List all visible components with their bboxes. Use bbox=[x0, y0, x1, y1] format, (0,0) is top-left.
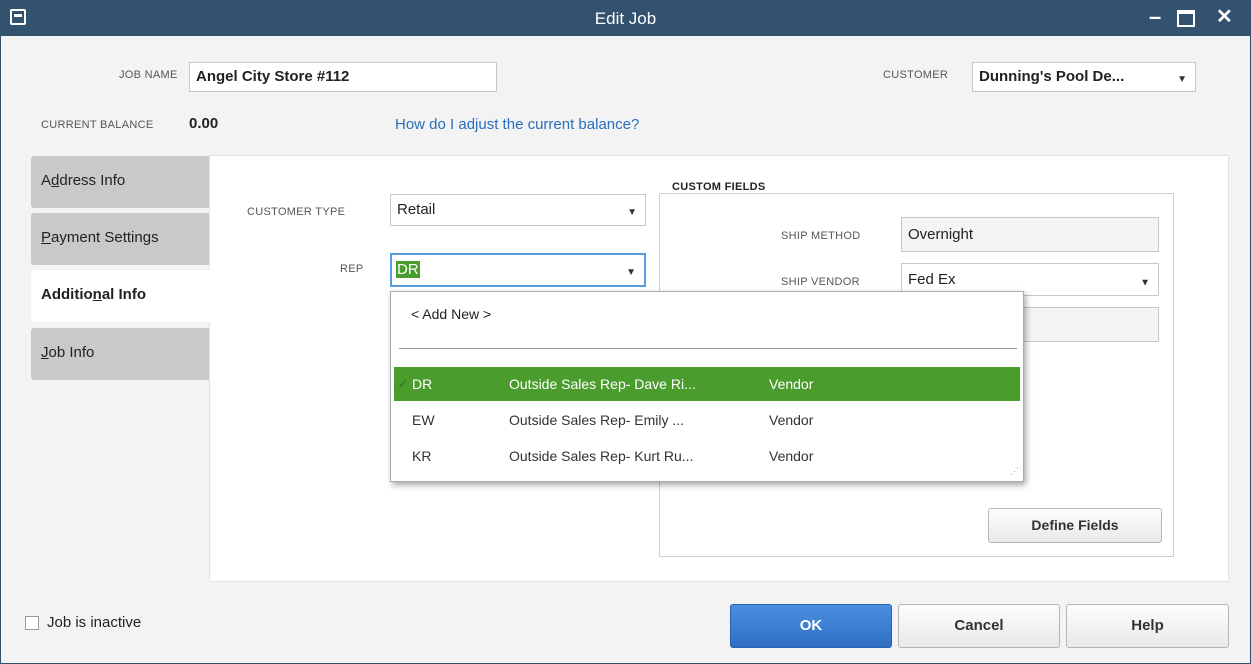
tab-job-info[interactable]: Job Info bbox=[31, 328, 211, 380]
ship-vendor-value: Fed Ex bbox=[908, 271, 956, 288]
tab-label: al Info bbox=[101, 286, 146, 303]
rep-value: DR bbox=[396, 261, 420, 278]
job-inactive-checkbox[interactable] bbox=[25, 616, 39, 630]
customer-value: Dunning's Pool De... bbox=[979, 68, 1125, 85]
customer-select[interactable]: Dunning's Pool De... ▼ bbox=[972, 62, 1196, 92]
ok-button[interactable]: OK bbox=[730, 604, 892, 648]
chevron-down-icon: ▼ bbox=[1177, 73, 1187, 85]
tab-label: Additio bbox=[41, 286, 93, 303]
rep-name: Outside Sales Rep- Dave Ri... bbox=[509, 376, 696, 392]
tab-label: ob Info bbox=[48, 344, 95, 361]
rep-select[interactable]: DR ▼ bbox=[390, 253, 646, 287]
rep-option-kr[interactable]: KR Outside Sales Rep- Kurt Ru... Vendor bbox=[394, 439, 1020, 473]
resize-grip-icon[interactable]: ⋰ bbox=[1010, 466, 1019, 477]
rep-option-dr[interactable]: ✓ DR Outside Sales Rep- Dave Ri... Vendo… bbox=[394, 367, 1020, 401]
rep-type: Vendor bbox=[769, 412, 814, 428]
rep-type: Vendor bbox=[769, 448, 814, 464]
rep-initials: EW bbox=[412, 412, 435, 428]
customer-label: CUSTOMER bbox=[883, 69, 949, 81]
rep-name: Outside Sales Rep- Emily ... bbox=[509, 412, 685, 428]
minimize-icon[interactable]: – bbox=[1149, 4, 1161, 30]
rep-type: Vendor bbox=[769, 376, 814, 392]
tab-label-mnemonic: J bbox=[41, 344, 49, 361]
rep-label: REP bbox=[340, 263, 364, 275]
custom-fields-legend: CUSTOM FIELDS bbox=[669, 181, 769, 193]
current-balance-label: CURRENT BALANCE bbox=[41, 119, 154, 131]
customer-type-label: CUSTOMER TYPE bbox=[247, 206, 346, 218]
rep-initials: KR bbox=[412, 448, 432, 464]
edit-job-window: Edit Job – ✕ JOB NAME Angel City Store #… bbox=[0, 0, 1251, 664]
title-bar: Edit Job – ✕ bbox=[1, 1, 1250, 36]
current-balance-value: 0.00 bbox=[189, 115, 219, 132]
window-title: Edit Job bbox=[594, 9, 657, 28]
rep-name: Outside Sales Rep- Kurt Ru... bbox=[509, 448, 694, 464]
tab-address-info[interactable]: Address Info bbox=[31, 156, 211, 208]
ship-method-label: SHIP METHOD bbox=[781, 230, 861, 242]
ship-method-field[interactable]: Overnight bbox=[901, 217, 1159, 252]
tab-label: ayment Settings bbox=[51, 229, 159, 246]
job-name-label: JOB NAME bbox=[119, 69, 178, 81]
customer-type-value: Retail bbox=[397, 201, 436, 218]
help-button[interactable]: Help bbox=[1066, 604, 1229, 648]
chevron-down-icon: ▼ bbox=[627, 207, 637, 218]
chevron-down-icon: ▼ bbox=[626, 267, 636, 278]
tab-label: dress Info bbox=[59, 172, 126, 189]
tab-label: A bbox=[41, 172, 52, 189]
dropdown-separator bbox=[399, 348, 1017, 349]
job-inactive-label[interactable]: Job is inactive bbox=[47, 614, 141, 631]
tab-additional-info[interactable]: Additional Info bbox=[31, 270, 213, 322]
chevron-down-icon: ▼ bbox=[1140, 277, 1150, 289]
tab-label-mnemonic: P bbox=[41, 229, 52, 246]
job-name-field[interactable]: Angel City Store #112 bbox=[189, 62, 497, 92]
tab-label-mnemonic: n bbox=[92, 286, 102, 303]
ship-vendor-label: SHIP VENDOR bbox=[781, 276, 860, 288]
rep-initials: DR bbox=[412, 376, 433, 392]
close-icon[interactable]: ✕ bbox=[1216, 4, 1233, 29]
tab-payment-settings[interactable]: Payment Settings bbox=[31, 213, 211, 265]
customer-type-select[interactable]: Retail ▼ bbox=[390, 194, 646, 226]
adjust-balance-link[interactable]: How do I adjust the current balance? bbox=[395, 116, 639, 133]
cancel-button[interactable]: Cancel bbox=[898, 604, 1060, 648]
maximize-icon[interactable] bbox=[1177, 10, 1195, 27]
add-new-option[interactable]: < Add New > bbox=[411, 306, 491, 322]
rep-option-ew[interactable]: EW Outside Sales Rep- Emily ... Vendor bbox=[394, 403, 1020, 437]
rep-dropdown-list: < Add New > ✓ DR Outside Sales Rep- Dave… bbox=[390, 291, 1024, 482]
define-fields-button[interactable]: Define Fields bbox=[988, 508, 1162, 543]
checkmark-icon: ✓ bbox=[398, 377, 409, 391]
